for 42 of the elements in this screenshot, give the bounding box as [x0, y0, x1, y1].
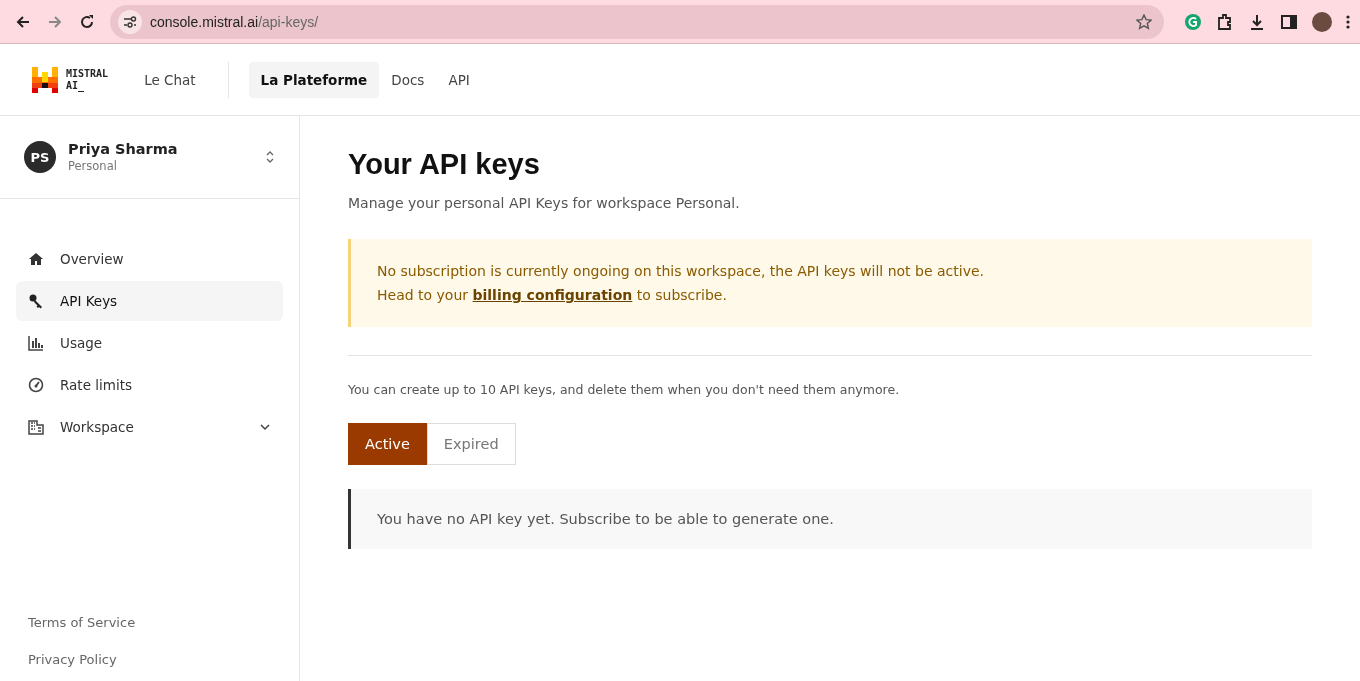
- empty-state-message: You have no API key yet. Subscribe to be able to generate one.: [348, 489, 1312, 549]
- star-icon[interactable]: [1136, 13, 1152, 30]
- url-text: console.mistral.ai/api-keys/: [150, 13, 320, 30]
- grammar-extension-icon[interactable]: [1184, 12, 1202, 31]
- logo-icon[interactable]: [32, 66, 58, 93]
- nav-tab[interactable]: La Plateforme: [248, 61, 380, 98]
- logo-text: MISTRAL AI_: [66, 67, 109, 92]
- sidebar-item[interactable]: API Keys: [16, 281, 283, 321]
- gauge-icon: [28, 377, 44, 393]
- chart-icon: [28, 335, 44, 351]
- billing-link[interactable]: billing configuration: [472, 287, 633, 303]
- nav-tab[interactable]: Docs: [379, 61, 437, 98]
- filter-tab[interactable]: Active: [348, 423, 427, 465]
- address-bar[interactable]: console.mistral.ai/api-keys/: [110, 4, 1164, 39]
- warning-text: Head to your billing configuration to subscribe.: [377, 286, 728, 305]
- download-icon[interactable]: [1248, 12, 1266, 31]
- chevron-icon[interactable]: [259, 423, 271, 431]
- sidebar-item[interactable]: Rate limits: [16, 365, 283, 405]
- profile-avatar[interactable]: [1312, 11, 1332, 32]
- footer-link[interactable]: Terms of Service: [28, 615, 271, 630]
- info-text: You can create up to 10 API keys, and delete them when you don't need them anymore.: [348, 382, 901, 397]
- warning-text: No subscription is currently ongoing on this workspace, the API keys will not be active.: [377, 262, 985, 281]
- workspace-name: Personal: [68, 159, 118, 173]
- sidebar-item[interactable]: Overview: [16, 239, 283, 279]
- footer-link[interactable]: Privacy Policy: [28, 652, 271, 667]
- menu-icon[interactable]: [1346, 13, 1350, 30]
- puzzle-icon[interactable]: [1216, 12, 1234, 31]
- sidebar-icon[interactable]: [1280, 12, 1298, 31]
- key-icon: [28, 293, 44, 309]
- sidebar-item[interactable]: Usage: [16, 323, 283, 363]
- switcher-chevron-icon[interactable]: [265, 149, 275, 165]
- site-settings-icon[interactable]: [118, 9, 142, 34]
- home-icon: [28, 251, 44, 267]
- user-name: Priya Sharma: [68, 141, 178, 157]
- page-title: Your API keys: [348, 148, 541, 181]
- sidebar-item[interactable]: Workspace: [16, 407, 283, 447]
- building-icon: [28, 419, 44, 435]
- nav-tab[interactable]: API: [436, 61, 482, 98]
- nav-tab[interactable]: Le Chat: [132, 61, 208, 98]
- page-subtitle: Manage your personal API Keys for workspace Personal.: [348, 195, 741, 211]
- filter-tab[interactable]: Expired: [426, 423, 516, 465]
- user-avatar: PS: [24, 141, 56, 173]
